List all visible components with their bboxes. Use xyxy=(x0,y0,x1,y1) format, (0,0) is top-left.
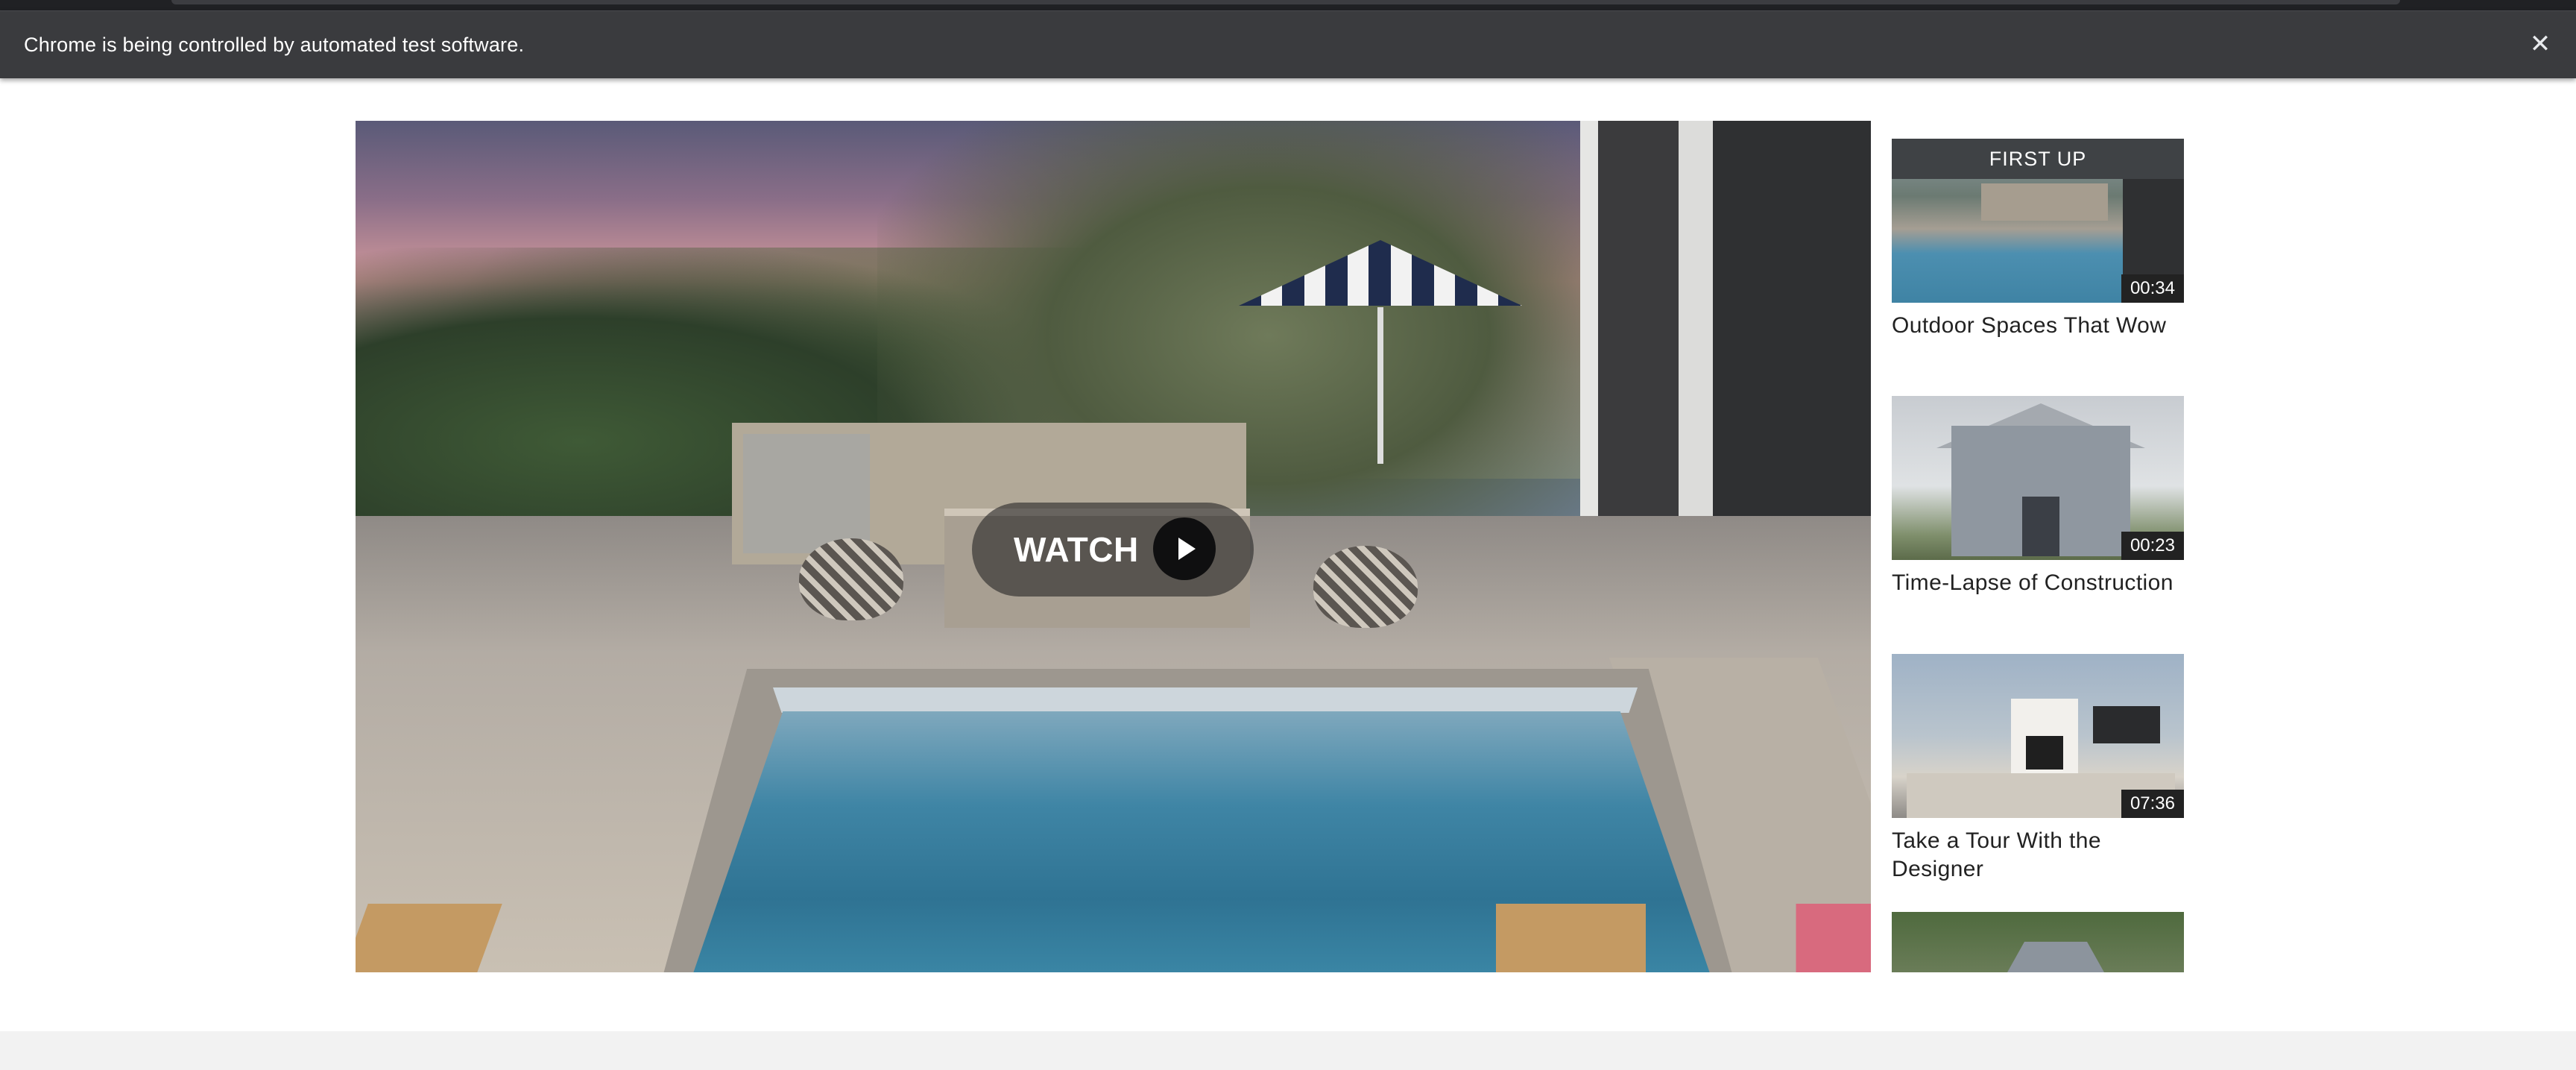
duration-badge: 00:23 xyxy=(2121,532,2184,560)
video-frame-umbrella-pole xyxy=(1377,307,1383,464)
watch-button[interactable]: WATCH xyxy=(972,503,1254,597)
address-bar-edge xyxy=(171,0,2400,4)
close-icon[interactable]: ✕ xyxy=(2524,28,2557,60)
video-frame-chair xyxy=(1496,904,1871,972)
video-frame-pool-tile xyxy=(773,687,1638,713)
duration-badge: 07:36 xyxy=(2121,790,2184,818)
thumb-door xyxy=(2022,497,2059,556)
video-title[interactable]: Take a Tour With the Designer xyxy=(1892,827,2184,884)
play-icon xyxy=(1153,517,1216,580)
video-thumbnail[interactable]: 00:23 xyxy=(1892,396,2184,560)
video-title[interactable]: Time-Lapse of Construction xyxy=(1892,569,2184,597)
video-frame-chair xyxy=(356,904,502,972)
playlist-item[interactable]: 07:36 Take a Tour With the Designer xyxy=(1892,654,2185,893)
video-thumbnail[interactable] xyxy=(1892,912,2184,972)
playlist-item[interactable]: 00:23 Time-Lapse of Construction xyxy=(1892,396,2185,635)
playlist-item[interactable] xyxy=(1892,912,2185,972)
video-frame-grill xyxy=(743,434,870,553)
thumb-roof xyxy=(2004,942,2108,972)
thumb-tv xyxy=(2093,706,2160,743)
duration-badge: 00:34 xyxy=(2121,274,2184,303)
page-footer-band xyxy=(0,1031,2576,1070)
first-up-badge: FIRST UP xyxy=(1892,139,2184,179)
infobar-message: Chrome is being controlled by automated … xyxy=(24,34,525,56)
video-playlist: FIRST UP 00:34 Outdoor Spaces That Wow 0… xyxy=(1892,121,2185,972)
playlist-item[interactable]: FIRST UP 00:34 Outdoor Spaces That Wow xyxy=(1892,121,2185,378)
video-title[interactable]: Outdoor Spaces That Wow xyxy=(1892,312,2184,340)
watch-label: WATCH xyxy=(1014,530,1139,569)
automation-infobar: Chrome is being controlled by automated … xyxy=(0,10,2576,78)
video-frame-pouf xyxy=(799,538,903,620)
main-video-player[interactable]: WATCH xyxy=(356,121,1871,972)
thumb-fireplace-opening xyxy=(2026,736,2063,770)
thumb-outdoor-kitchen xyxy=(1981,183,2108,221)
video-thumbnail[interactable]: 07:36 xyxy=(1892,654,2184,818)
video-frame-pouf xyxy=(1313,546,1418,628)
browser-tabstrip-edge xyxy=(0,0,2576,10)
